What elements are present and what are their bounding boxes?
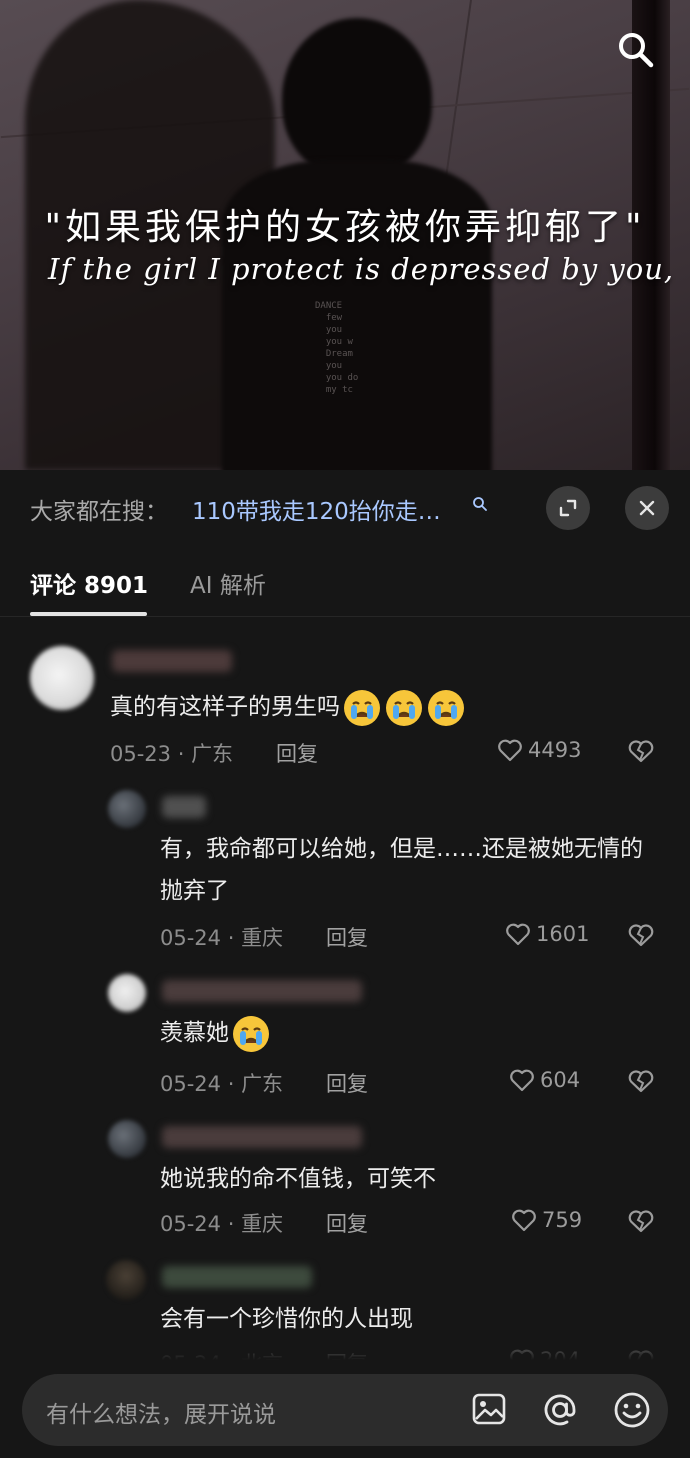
heart-icon [512, 1209, 536, 1232]
comment-date: 05-24 [160, 926, 222, 950]
video-caption-english: If the girl I protect is depressed by yo… [48, 252, 675, 286]
tab-ai-analysis[interactable]: AI 解析 [190, 566, 266, 600]
like-button[interactable]: 759 [510, 1206, 582, 1234]
username-blurred[interactable] [112, 650, 232, 672]
shirt-print-text: DANCE few you you w Dream you you do my … [315, 301, 359, 395]
like-button[interactable]: 4493 [496, 736, 581, 764]
comment-meta: 05-24 · 广东 [160, 1072, 284, 1096]
expand-icon [559, 499, 577, 517]
comment-text: 羡慕她 [160, 1012, 271, 1054]
comment-meta: 05-24 · 重庆 [160, 1212, 284, 1236]
comment-date: 05-24 [160, 1072, 222, 1096]
comment-input-placeholder[interactable]: 有什么想法，展开说说 [46, 1395, 276, 1429]
avatar[interactable] [106, 1260, 146, 1300]
comment-date: 05-24 [160, 1212, 222, 1236]
figure-head [282, 18, 432, 178]
crying-emoji-icon [233, 1015, 269, 1052]
like-count: 604 [540, 1068, 581, 1092]
search-button[interactable] [612, 26, 660, 74]
comment-text: 真的有这样子的男生吗 [110, 686, 466, 728]
reply-button[interactable]: 回复 [326, 922, 368, 952]
search-icon [619, 33, 654, 68]
comment-location: 广东 [241, 1072, 284, 1096]
expand-button[interactable] [546, 486, 590, 530]
scroll-fade [0, 1330, 690, 1360]
comment-location: 重庆 [241, 1212, 284, 1236]
reply-button[interactable]: 回复 [326, 1208, 368, 1238]
like-button[interactable]: 604 [508, 1066, 580, 1094]
username-blurred[interactable] [162, 980, 362, 1002]
broken-heart-icon[interactable] [626, 737, 656, 765]
heart-icon [506, 923, 530, 946]
like-count: 759 [542, 1208, 583, 1232]
username-blurred[interactable] [162, 1126, 362, 1148]
avatar[interactable] [30, 646, 94, 710]
at-icon[interactable] [540, 1390, 580, 1430]
video-player[interactable]: DANCE few you you w Dream you you do my … [0, 0, 690, 470]
username-blurred[interactable] [162, 796, 206, 818]
image-icon[interactable] [470, 1390, 508, 1428]
heart-icon [498, 739, 522, 762]
heart-icon [510, 1069, 534, 1092]
broken-heart-icon[interactable] [626, 921, 656, 949]
comment-text: 有，我命都可以给她，但是……还是被她无情的抛弃了 [160, 836, 643, 904]
reply-button[interactable]: 回复 [326, 1068, 368, 1098]
crying-emoji-icon [386, 689, 422, 726]
broken-heart-icon[interactable] [626, 1207, 656, 1235]
avatar[interactable] [108, 1120, 146, 1158]
like-count: 4493 [528, 738, 582, 762]
close-button[interactable] [625, 486, 669, 530]
video-caption-chinese: "如果我保护的女孩被你弄抑郁了" [44, 207, 646, 248]
small-search-icon [473, 497, 487, 511]
comment-text-content: 羡慕她 [160, 1020, 229, 1046]
tab-comments[interactable]: 评论 8901 [30, 566, 148, 600]
trending-label: 大家都在搜： [30, 499, 168, 525]
comment-location: 重庆 [241, 926, 284, 950]
comment-text: 她说我的命不值钱，可笑不 [160, 1166, 436, 1192]
like-count: 1601 [536, 922, 590, 946]
avatar[interactable] [108, 974, 146, 1012]
comment-text-content: 真的有这样子的男生吗 [110, 694, 340, 720]
trending-query-link[interactable]: 110带我走120抬你走… [192, 492, 441, 526]
comment-meta: 05-24 · 重庆 [160, 926, 284, 950]
smiley-icon[interactable] [612, 1390, 652, 1430]
avatar[interactable] [108, 790, 146, 828]
comment-location: 广东 [191, 742, 234, 766]
broken-heart-icon[interactable] [626, 1067, 656, 1095]
crying-emoji-icon [344, 689, 380, 726]
crying-emoji-icon [428, 689, 464, 726]
comment-date: 05-23 [110, 742, 172, 766]
divider [0, 616, 690, 617]
like-button[interactable]: 1601 [504, 920, 589, 948]
comment-meta: 05-23 · 广东 [110, 742, 234, 766]
reply-button[interactable]: 回复 [276, 738, 318, 768]
username-blurred[interactable] [162, 1266, 312, 1288]
close-icon [639, 500, 655, 516]
